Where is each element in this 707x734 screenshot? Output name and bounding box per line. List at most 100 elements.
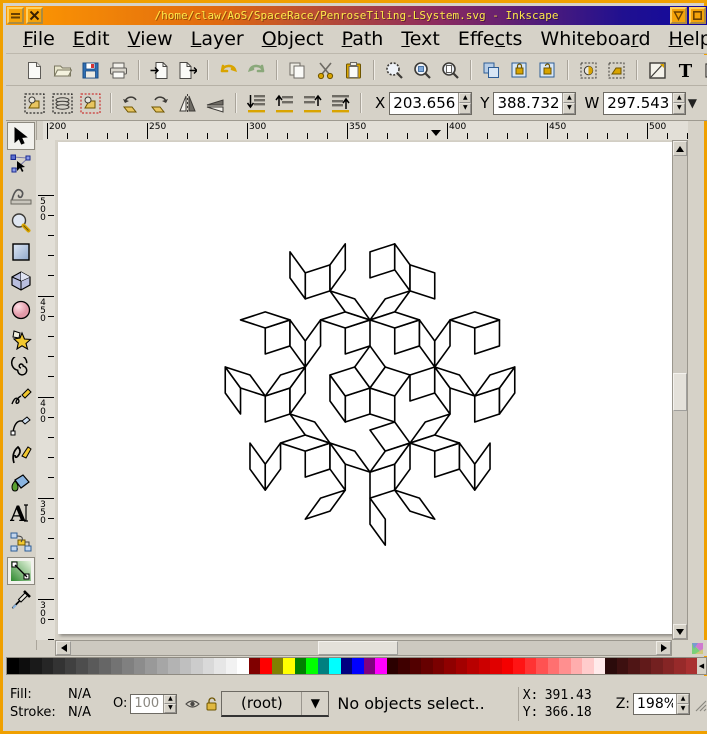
unlock-icon[interactable] (203, 695, 220, 712)
deselect-icon[interactable] (79, 92, 101, 114)
zoom-tool[interactable] (7, 209, 35, 237)
zoom-spin-down[interactable]: ▼ (677, 704, 689, 714)
paint-bucket-tool[interactable] (7, 470, 35, 498)
palette-swatch[interactable] (283, 658, 295, 674)
open-document-icon[interactable] (51, 59, 73, 81)
vertical-ruler[interactable]: 500450400350300 (36, 140, 56, 640)
zoom-spin-up[interactable]: ▲ (677, 694, 689, 704)
rotate-cw-icon[interactable] (148, 92, 170, 114)
menu-file[interactable]: File (14, 28, 64, 50)
palette-swatch[interactable] (444, 658, 456, 674)
palette-swatch[interactable] (605, 658, 617, 674)
bezier-pen-tool[interactable] (7, 412, 35, 440)
palette-swatch[interactable] (329, 658, 341, 674)
w-spinbox[interactable]: ▲▼ (603, 92, 686, 115)
undo-icon[interactable] (217, 59, 239, 81)
y-spin-down[interactable]: ▼ (563, 103, 575, 114)
menu-whiteboard[interactable]: Whiteboard (531, 28, 659, 50)
palette-swatch[interactable] (502, 658, 514, 674)
redo-icon[interactable] (245, 59, 267, 81)
palette-swatch[interactable] (663, 658, 675, 674)
palette-swatch[interactable] (237, 658, 249, 674)
palette-swatch[interactable] (640, 658, 652, 674)
palette-swatch[interactable] (490, 658, 502, 674)
palette-swatch[interactable] (295, 658, 307, 674)
palette-swatch[interactable] (628, 658, 640, 674)
rotate-ccw-icon[interactable] (120, 92, 142, 114)
menu-text[interactable]: Text (392, 28, 448, 50)
rectangle-tool[interactable] (7, 238, 35, 266)
horizontal-scrollbar-thumb[interactable] (318, 641, 398, 655)
palette-swatch[interactable] (226, 658, 238, 674)
text-tool[interactable]: A (7, 499, 35, 527)
select-all-icon[interactable] (23, 92, 45, 114)
resize-grip[interactable] (694, 697, 707, 710)
calligraphy-tool[interactable] (7, 441, 35, 469)
w-spin-buttons[interactable]: ▲▼ (672, 93, 685, 114)
duplicate-icon[interactable] (480, 59, 502, 81)
flip-horizontal-icon[interactable] (176, 92, 198, 114)
palette-swatch[interactable] (352, 658, 364, 674)
chevron-down-icon[interactable]: ▼ (301, 692, 328, 715)
export-icon[interactable] (176, 59, 198, 81)
import-icon[interactable] (148, 59, 170, 81)
eye-icon[interactable] (184, 695, 201, 712)
palette-swatch[interactable] (341, 658, 353, 674)
palette-swatch[interactable] (260, 658, 272, 674)
menu-effects[interactable]: Effects (449, 28, 532, 50)
y-spin-up[interactable]: ▲ (563, 93, 575, 104)
palette-swatch[interactable] (651, 658, 663, 674)
cut-icon[interactable] (314, 59, 336, 81)
menu-object[interactable]: Object (253, 28, 333, 50)
maximize-icon[interactable] (689, 7, 706, 24)
y-input[interactable] (494, 93, 562, 114)
gradient-tool[interactable] (7, 557, 35, 585)
horizontal-ruler[interactable]: 200250300350400450500 (43, 121, 688, 141)
x-spinbox[interactable]: ▲▼ (389, 92, 472, 115)
palette-swatch[interactable] (214, 658, 226, 674)
menu-help[interactable]: Help (660, 28, 707, 50)
w-spin-down[interactable]: ▼ (673, 103, 685, 114)
palette-swatch[interactable] (674, 658, 686, 674)
menu-path[interactable]: Path (333, 28, 393, 50)
palette-swatch[interactable] (42, 658, 54, 674)
print-document-icon[interactable] (107, 59, 129, 81)
palette-swatch[interactable] (686, 658, 698, 674)
node-editor-tool[interactable] (7, 151, 35, 179)
copy-icon[interactable] (286, 59, 308, 81)
palette-swatch[interactable] (122, 658, 134, 674)
palette-swatch[interactable] (19, 658, 31, 674)
palette-swatch[interactable] (536, 658, 548, 674)
palette-swatch[interactable] (180, 658, 192, 674)
palette-scroll-left-button[interactable]: ◀ (697, 658, 706, 674)
menu-edit[interactable]: Edit (64, 28, 119, 50)
palette-swatch[interactable] (594, 658, 606, 674)
palette-swatch[interactable] (548, 658, 560, 674)
palette-swatch[interactable] (88, 658, 100, 674)
zoom-selection-icon[interactable] (383, 59, 405, 81)
horizontal-scrollbar[interactable] (55, 640, 672, 656)
palette-swatch[interactable] (249, 658, 261, 674)
palette-swatch[interactable] (145, 658, 157, 674)
palette-swatch[interactable] (65, 658, 77, 674)
vertical-scrollbar[interactable] (672, 140, 688, 640)
edit-paint-icon[interactable] (646, 59, 668, 81)
scroll-left-button[interactable] (56, 641, 71, 655)
palette-swatch[interactable] (99, 658, 111, 674)
w-input[interactable] (604, 93, 672, 114)
palette-swatch[interactable] (479, 658, 491, 674)
penrose-rhombus-tiling[interactable] (58, 142, 682, 634)
palette-swatch[interactable] (157, 658, 169, 674)
tweak-tool[interactable] (7, 180, 35, 208)
palette-swatch[interactable] (456, 658, 468, 674)
pencil-tool[interactable] (7, 383, 35, 411)
x-input[interactable] (390, 93, 458, 114)
palette-swatch[interactable] (111, 658, 123, 674)
fill-stroke-dialog-icon[interactable] (577, 59, 599, 81)
opacity-spinbox[interactable]: ▲▼ (130, 694, 177, 714)
ungroup-icon[interactable] (536, 59, 558, 81)
canvas-area[interactable] (55, 140, 688, 640)
palette-swatch[interactable] (513, 658, 525, 674)
save-document-icon[interactable] (79, 59, 101, 81)
x-spin-down[interactable]: ▼ (459, 103, 471, 114)
